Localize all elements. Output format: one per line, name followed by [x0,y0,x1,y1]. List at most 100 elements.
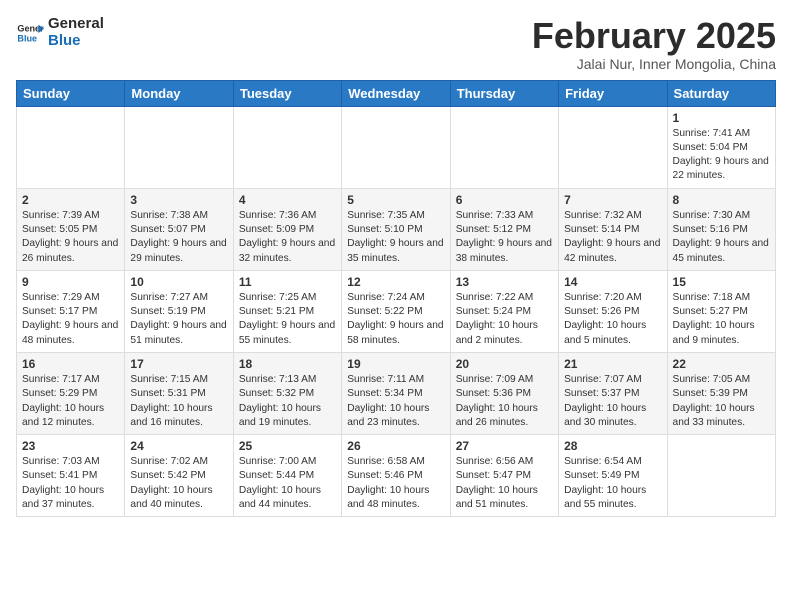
calendar-cell: 14 Sunrise: 7:20 AM Sunset: 5:26 PM Dayli… [559,270,667,352]
day-number: 11 [239,275,336,289]
day-number: 26 [347,439,444,453]
day-info: Sunrise: 7:33 AM Sunset: 5:12 PM Dayligh… [456,209,553,266]
day-info: Sunrise: 7:32 AM Sunset: 5:14 PM Dayligh… [564,209,661,266]
day-info: Sunrise: 7:36 AM Sunset: 5:09 PM Dayligh… [239,209,336,266]
svg-text:Blue: Blue [17,33,37,43]
day-info: Sunrise: 7:02 AM Sunset: 5:42 PM Dayligh… [130,455,227,512]
day-number: 23 [22,439,119,453]
calendar-table: SundayMondayTuesdayWednesdayThursdayFrid… [16,80,776,518]
calendar-cell: 25 Sunrise: 7:00 AM Sunset: 5:44 PM Dayli… [233,435,341,517]
logo: General Blue General Blue [16,16,104,49]
day-info: Sunrise: 7:20 AM Sunset: 5:26 PM Dayligh… [564,291,661,348]
day-info: Sunrise: 7:05 AM Sunset: 5:39 PM Dayligh… [673,373,770,430]
day-number: 7 [564,193,661,207]
day-number: 6 [456,193,553,207]
day-number: 27 [456,439,553,453]
day-number: 22 [673,357,770,371]
calendar-cell: 22 Sunrise: 7:05 AM Sunset: 5:39 PM Dayli… [667,352,775,434]
calendar-cell [233,106,341,188]
day-info: Sunrise: 7:03 AM Sunset: 5:41 PM Dayligh… [22,455,119,512]
logo-icon: General Blue [16,19,44,47]
calendar-cell: 15 Sunrise: 7:18 AM Sunset: 5:27 PM Dayli… [667,270,775,352]
weekday-header: Sunday [17,80,125,106]
weekday-header: Thursday [450,80,558,106]
day-number: 14 [564,275,661,289]
calendar-cell: 5 Sunrise: 7:35 AM Sunset: 5:10 PM Daylig… [342,188,450,270]
calendar-week-row: 16 Sunrise: 7:17 AM Sunset: 5:29 PM Dayli… [17,352,776,434]
calendar-cell: 10 Sunrise: 7:27 AM Sunset: 5:19 PM Dayli… [125,270,233,352]
calendar-cell: 7 Sunrise: 7:32 AM Sunset: 5:14 PM Daylig… [559,188,667,270]
day-number: 17 [130,357,227,371]
day-number: 25 [239,439,336,453]
calendar-cell [17,106,125,188]
day-number: 20 [456,357,553,371]
calendar-week-row: 2Sunrise: 7:39 AM Sunset: 5:05 PM Daylig… [17,188,776,270]
day-info: Sunrise: 7:29 AM Sunset: 5:17 PM Dayligh… [22,291,119,348]
calendar-cell: 1 Sunrise: 7:41 AM Sunset: 5:04 PM Daylig… [667,106,775,188]
calendar-cell: 19 Sunrise: 7:11 AM Sunset: 5:34 PM Dayli… [342,352,450,434]
day-number: 8 [673,193,770,207]
day-number: 2 [22,193,119,207]
day-number: 24 [130,439,227,453]
day-info: Sunrise: 7:22 AM Sunset: 5:24 PM Dayligh… [456,291,553,348]
calendar-cell [559,106,667,188]
day-number: 5 [347,193,444,207]
day-info: Sunrise: 7:25 AM Sunset: 5:21 PM Dayligh… [239,291,336,348]
calendar-cell: 20 Sunrise: 7:09 AM Sunset: 5:36 PM Dayli… [450,352,558,434]
day-info: Sunrise: 6:56 AM Sunset: 5:47 PM Dayligh… [456,455,553,512]
calendar-cell: 9Sunrise: 7:29 AM Sunset: 5:17 PM Daylig… [17,270,125,352]
day-info: Sunrise: 7:13 AM Sunset: 5:32 PM Dayligh… [239,373,336,430]
calendar-cell: 28 Sunrise: 6:54 AM Sunset: 5:49 PM Dayli… [559,435,667,517]
day-info: Sunrise: 6:58 AM Sunset: 5:46 PM Dayligh… [347,455,444,512]
calendar-cell: 11 Sunrise: 7:25 AM Sunset: 5:21 PM Dayli… [233,270,341,352]
weekday-header: Tuesday [233,80,341,106]
day-number: 28 [564,439,661,453]
day-info: Sunrise: 7:24 AM Sunset: 5:22 PM Dayligh… [347,291,444,348]
day-info: Sunrise: 7:09 AM Sunset: 5:36 PM Dayligh… [456,373,553,430]
day-info: Sunrise: 7:17 AM Sunset: 5:29 PM Dayligh… [22,373,119,430]
day-number: 19 [347,357,444,371]
day-info: Sunrise: 7:18 AM Sunset: 5:27 PM Dayligh… [673,291,770,348]
day-number: 21 [564,357,661,371]
day-info: Sunrise: 7:35 AM Sunset: 5:10 PM Dayligh… [347,209,444,266]
calendar-week-row: 23 Sunrise: 7:03 AM Sunset: 5:41 PM Dayli… [17,435,776,517]
calendar-cell: 26 Sunrise: 6:58 AM Sunset: 5:46 PM Dayli… [342,435,450,517]
day-info: Sunrise: 7:07 AM Sunset: 5:37 PM Dayligh… [564,373,661,430]
day-number: 13 [456,275,553,289]
day-info: Sunrise: 7:15 AM Sunset: 5:31 PM Dayligh… [130,373,227,430]
day-info: Sunrise: 7:27 AM Sunset: 5:19 PM Dayligh… [130,291,227,348]
day-info: Sunrise: 6:54 AM Sunset: 5:49 PM Dayligh… [564,455,661,512]
calendar-cell: 4 Sunrise: 7:36 AM Sunset: 5:09 PM Daylig… [233,188,341,270]
day-info: Sunrise: 7:30 AM Sunset: 5:16 PM Dayligh… [673,209,770,266]
day-info: Sunrise: 7:00 AM Sunset: 5:44 PM Dayligh… [239,455,336,512]
day-info: Sunrise: 7:38 AM Sunset: 5:07 PM Dayligh… [130,209,227,266]
calendar-cell: 6 Sunrise: 7:33 AM Sunset: 5:12 PM Daylig… [450,188,558,270]
day-number: 1 [673,111,770,125]
location-subtitle: Jalai Nur, Inner Mongolia, China [532,56,776,72]
day-info: Sunrise: 7:41 AM Sunset: 5:04 PM Dayligh… [673,127,770,184]
calendar-cell: 17 Sunrise: 7:15 AM Sunset: 5:31 PM Dayli… [125,352,233,434]
month-title: February 2025 [532,16,776,56]
day-number: 4 [239,193,336,207]
calendar-cell: 23 Sunrise: 7:03 AM Sunset: 5:41 PM Dayli… [17,435,125,517]
calendar-cell [342,106,450,188]
calendar-cell [450,106,558,188]
calendar-cell: 12 Sunrise: 7:24 AM Sunset: 5:22 PM Dayli… [342,270,450,352]
day-number: 15 [673,275,770,289]
day-number: 3 [130,193,227,207]
page-header: General Blue General Blue February 2025 … [16,16,776,72]
calendar-cell: 3 Sunrise: 7:38 AM Sunset: 5:07 PM Daylig… [125,188,233,270]
calendar-cell [125,106,233,188]
calendar-week-row: 1 Sunrise: 7:41 AM Sunset: 5:04 PM Daylig… [17,106,776,188]
day-number: 16 [22,357,119,371]
title-block: February 2025 Jalai Nur, Inner Mongolia,… [532,16,776,72]
day-info: Sunrise: 7:11 AM Sunset: 5:34 PM Dayligh… [347,373,444,430]
calendar-week-row: 9Sunrise: 7:29 AM Sunset: 5:17 PM Daylig… [17,270,776,352]
weekday-header-row: SundayMondayTuesdayWednesdayThursdayFrid… [17,80,776,106]
weekday-header: Monday [125,80,233,106]
calendar-cell: 18Sunrise: 7:13 AM Sunset: 5:32 PM Dayli… [233,352,341,434]
day-number: 12 [347,275,444,289]
day-number: 10 [130,275,227,289]
calendar-cell: 16 Sunrise: 7:17 AM Sunset: 5:29 PM Dayli… [17,352,125,434]
weekday-header: Wednesday [342,80,450,106]
